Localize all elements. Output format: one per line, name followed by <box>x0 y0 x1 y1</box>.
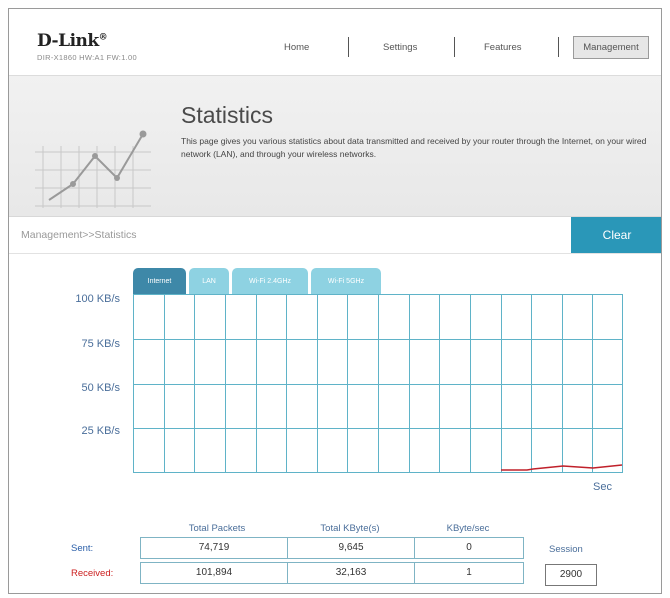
statistics-graph-icon <box>35 130 151 208</box>
clear-button[interactable]: Clear <box>571 217 661 253</box>
breadcrumb: Management>>Statistics <box>21 229 137 241</box>
y-axis-label: 50 KB/s <box>81 382 120 394</box>
received-kbyte-sec: 1 <box>414 562 524 584</box>
row-label-sent: Sent: <box>71 543 94 554</box>
traffic-line <box>501 464 623 471</box>
page-banner: Statistics This page gives you various s… <box>9 75 661 217</box>
chart-grid <box>133 294 623 473</box>
tab-internet[interactable]: Internet <box>133 268 186 294</box>
nav-divider <box>348 37 349 57</box>
received-total-kbytes: 32,163 <box>287 562 415 584</box>
column-header-total-packets: Total Packets <box>188 523 246 534</box>
model-info: DIR-X1860 HW:A1 FW:1.00 <box>37 53 137 62</box>
traffic-chart <box>133 294 623 473</box>
column-header-kbyte-sec: KByte/sec <box>446 523 490 534</box>
session-input[interactable]: 2900 <box>545 564 597 586</box>
sent-total-kbytes: 9,645 <box>287 537 415 559</box>
nav-settings[interactable]: Settings <box>383 42 417 53</box>
tab-wifi-24ghz[interactable]: Wi-Fi 2.4GHz <box>232 268 308 294</box>
column-header-total-kbytes: Total KByte(s) <box>320 523 380 534</box>
tab-wifi-5ghz[interactable]: Wi-Fi 5GHz <box>311 268 381 294</box>
dlink-logo[interactable]: D-Link® <box>37 31 108 51</box>
y-axis-label: 25 KB/s <box>81 425 120 437</box>
sent-total-packets: 74,719 <box>140 537 288 559</box>
router-admin-window: D-Link® DIR-X1860 HW:A1 FW:1.00 Home Set… <box>8 8 662 594</box>
page-description: This page gives you various statistics a… <box>181 136 647 159</box>
nav-divider <box>558 37 559 57</box>
sent-kbyte-sec: 0 <box>414 537 524 559</box>
nav-divider <box>454 37 455 57</box>
page-title: Statistics <box>181 102 274 128</box>
nav-management[interactable]: Management <box>573 36 649 59</box>
header: D-Link® DIR-X1860 HW:A1 FW:1.00 Home Set… <box>9 9 661 75</box>
y-axis-label: 100 KB/s <box>75 293 120 305</box>
tab-lan[interactable]: LAN <box>189 268 229 294</box>
row-label-received: Received: <box>71 568 114 579</box>
nav-home[interactable]: Home <box>284 42 309 53</box>
nav-features[interactable]: Features <box>484 42 522 53</box>
breadcrumb-bar: Management>>Statistics <box>9 217 661 254</box>
y-axis-label: 75 KB/s <box>81 338 120 350</box>
x-axis-unit: Sec <box>593 481 612 493</box>
session-label: Session <box>549 544 583 555</box>
received-total-packets: 101,894 <box>140 562 288 584</box>
